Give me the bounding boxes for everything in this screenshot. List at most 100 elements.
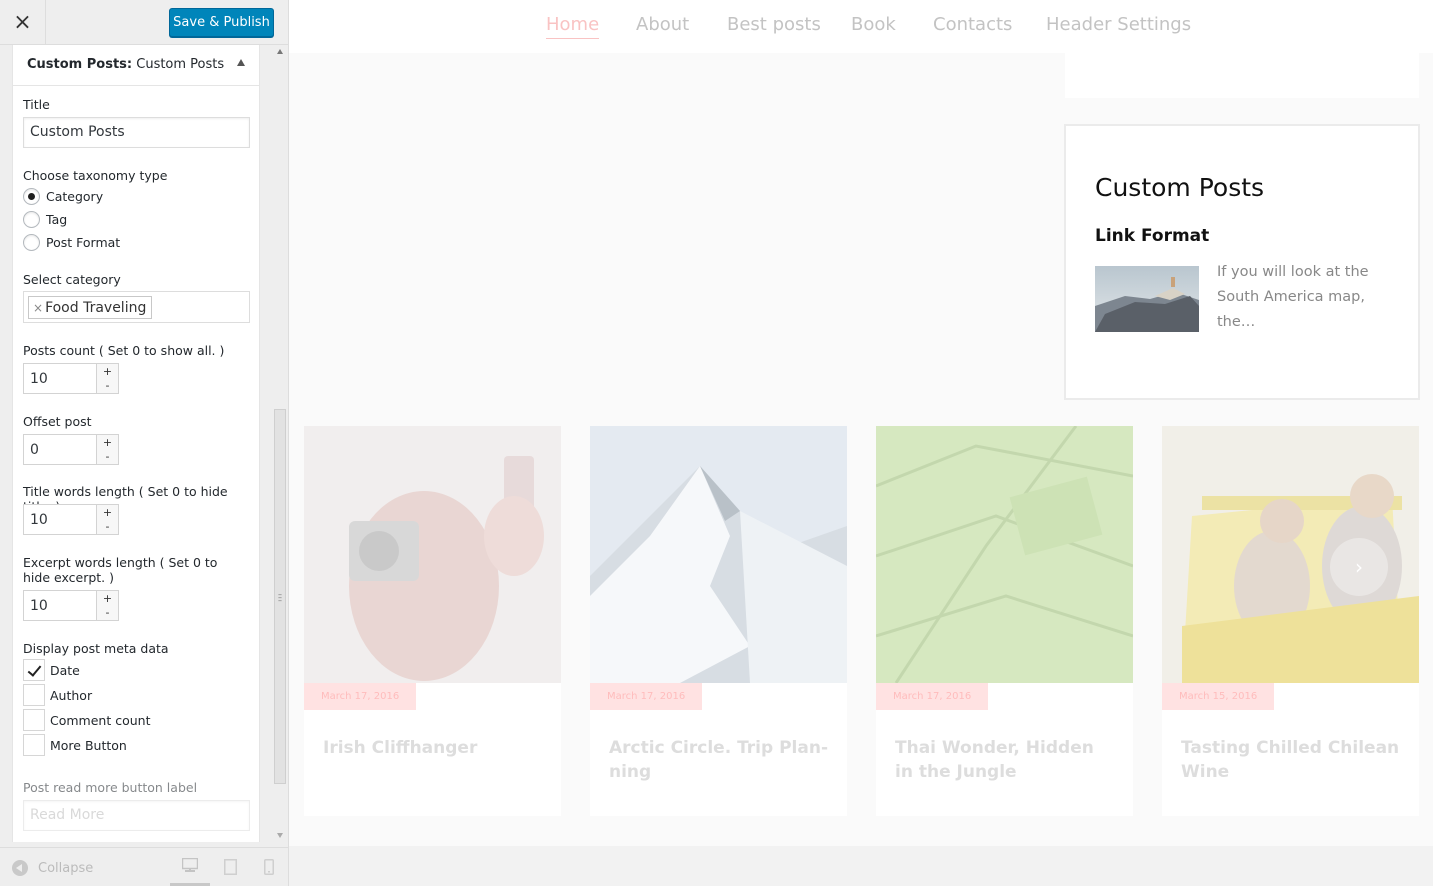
checkbox[interactable] [23, 659, 45, 681]
excerpt-words-label: Excerpt words length ( Set 0 to hide exc… [23, 555, 218, 585]
radio-button[interactable] [23, 233, 40, 251]
title-input[interactable]: Custom Posts [23, 117, 250, 148]
radio-button[interactable] [23, 210, 40, 228]
taxonomy-option-tag[interactable]: Tag [23, 210, 67, 228]
offset-value[interactable]: 0 [30, 442, 39, 458]
site-preview: Home About Best posts Book Contacts Head… [289, 0, 1433, 886]
post-date-badge: March 15, 2016 [1162, 683, 1275, 710]
post-title[interactable]: Arctic Circle. Trip Plan-ning [609, 736, 829, 784]
sidebar-scroll-area[interactable]: Custom Posts: Custom Posts Title Custom … [0, 45, 288, 842]
post-card[interactable]: March 15, 2016 Tasting Chilled Chilean W… [1162, 426, 1419, 816]
widget-header[interactable]: Custom Posts: Custom Posts [12, 45, 260, 86]
taxonomy-label: Choose taxonomy type [23, 168, 168, 183]
post-title[interactable]: Tasting Chilled Chilean Wine [1181, 736, 1401, 784]
posts-count-stepper[interactable]: 10 + - [23, 363, 119, 394]
decrement-button[interactable]: - [96, 378, 118, 393]
radio-label: Category [46, 188, 104, 204]
collapse-arrow-icon[interactable] [237, 59, 245, 66]
post-image[interactable] [590, 426, 847, 683]
meta-option-date[interactable]: Date [23, 659, 80, 681]
meta-option-author[interactable]: Author [23, 684, 92, 706]
custom-posts-widget: Custom Posts Link Format If you will loo… [1064, 124, 1420, 400]
nav-book[interactable]: Book [851, 14, 896, 35]
sidebar-footer: Collapse [0, 847, 288, 886]
decrement-button[interactable]: - [96, 449, 118, 464]
category-tag-label: Food Traveling [45, 299, 147, 316]
offset-label: Offset post [23, 414, 92, 429]
title-words-value[interactable]: 10 [30, 512, 48, 528]
meta-option-more-button[interactable]: More Button [23, 734, 127, 756]
widget-form: Title Custom Posts Choose taxonomy type … [12, 86, 260, 842]
decrement-button[interactable]: - [96, 519, 118, 534]
nav-about[interactable]: About [636, 14, 689, 35]
post-card[interactable]: March 17, 2016 Thai Wonder, Hidden in th… [876, 426, 1133, 816]
meta-label: Display post meta data [23, 641, 169, 656]
widget-heading: Custom Posts [1095, 173, 1265, 202]
title-words-stepper[interactable]: 10 + - [23, 504, 119, 535]
post-date-badge: March 17, 2016 [304, 683, 417, 710]
primary-navigation: Home About Best posts Book Contacts Head… [289, 0, 1433, 53]
checkbox-label: More Button [50, 737, 127, 753]
nav-contacts[interactable]: Contacts [933, 14, 1012, 35]
meta-option-comment-count[interactable]: Comment count [23, 709, 150, 731]
collapse-label: Collapse [38, 860, 94, 876]
posts-count-value[interactable]: 10 [30, 371, 48, 387]
radio-button[interactable] [23, 187, 40, 205]
post-card[interactable]: March 17, 2016 Irish Cliffhanger [304, 426, 561, 816]
nav-best-posts[interactable]: Best posts [727, 14, 821, 35]
mobile-icon [264, 859, 274, 875]
increment-button[interactable]: + [96, 591, 118, 606]
mobile-preview-button[interactable] [249, 848, 289, 886]
checkbox-label: Comment count [50, 712, 151, 728]
post-excerpt: If you will look at the South America ma… [1217, 264, 1369, 330]
save-publish-button[interactable]: Save & Publish [169, 8, 274, 37]
widget-type-label: Custom Posts: [27, 57, 133, 72]
checkbox[interactable] [23, 734, 45, 756]
sidebar-header: × Save & Publish [0, 0, 288, 45]
carousel-next-icon[interactable]: › [1330, 538, 1388, 596]
increment-button[interactable]: + [96, 505, 118, 520]
sidebar-scrollbar[interactable]: – – – [272, 45, 288, 842]
post-image[interactable] [876, 426, 1133, 683]
post-title[interactable]: Thai Wonder, Hidden in the Jungle [895, 736, 1115, 784]
post-card[interactable]: March 17, 2016 Arctic Circle. Trip Plan-… [590, 426, 847, 816]
customizer-sidebar: × Save & Publish Custom Posts: Custom Po… [0, 0, 289, 886]
increment-button[interactable]: + [96, 435, 118, 450]
taxonomy-option-category[interactable]: Category [23, 187, 103, 205]
read-more-placeholder: Read More [30, 807, 105, 823]
category-select[interactable]: × Food Traveling [23, 291, 250, 323]
close-customizer-button[interactable]: × [0, 0, 46, 45]
desktop-icon [182, 858, 198, 872]
widget-instance-title: Custom Posts [136, 57, 225, 72]
checkbox[interactable] [23, 684, 45, 706]
post-image[interactable] [304, 426, 561, 683]
post-title[interactable]: Irish Cliffhanger [323, 736, 543, 760]
posts-count-label: Posts count ( Set 0 to show all. ) [23, 343, 225, 358]
scroll-up-arrow-icon[interactable] [277, 49, 283, 54]
read-more-input[interactable]: Read More [23, 800, 250, 831]
excerpt-words-stepper[interactable]: 10 + - [23, 590, 119, 621]
nav-home[interactable]: Home [546, 14, 600, 39]
scrollbar-thumb[interactable]: – – – [274, 409, 286, 784]
scroll-down-arrow-icon[interactable] [277, 833, 283, 838]
checkbox-label: Date [50, 662, 80, 678]
excerpt-words-value[interactable]: 10 [30, 598, 48, 614]
taxonomy-option-post-format[interactable]: Post Format [23, 233, 120, 251]
decrement-button[interactable]: - [96, 605, 118, 620]
read-more-label: Post read more button label [23, 780, 198, 795]
remove-tag-icon[interactable]: × [33, 301, 43, 315]
post-date-badge: March 17, 2016 [876, 683, 989, 710]
increment-button[interactable]: + [96, 364, 118, 379]
tablet-preview-button[interactable] [210, 848, 250, 886]
grip-icon: – – – [278, 590, 282, 605]
previous-widget [1065, 53, 1419, 98]
nav-header-settings[interactable]: Header Settings [1046, 14, 1191, 35]
desktop-preview-button[interactable] [170, 848, 210, 886]
checkbox[interactable] [23, 709, 45, 731]
radio-label: Tag [46, 211, 68, 227]
collapse-button[interactable]: Collapse [12, 860, 93, 876]
title-label: Title [23, 97, 50, 112]
post-thumbnail[interactable] [1095, 266, 1199, 332]
offset-stepper[interactable]: 0 + - [23, 434, 119, 465]
post-title-link[interactable]: Link Format [1095, 226, 1209, 246]
